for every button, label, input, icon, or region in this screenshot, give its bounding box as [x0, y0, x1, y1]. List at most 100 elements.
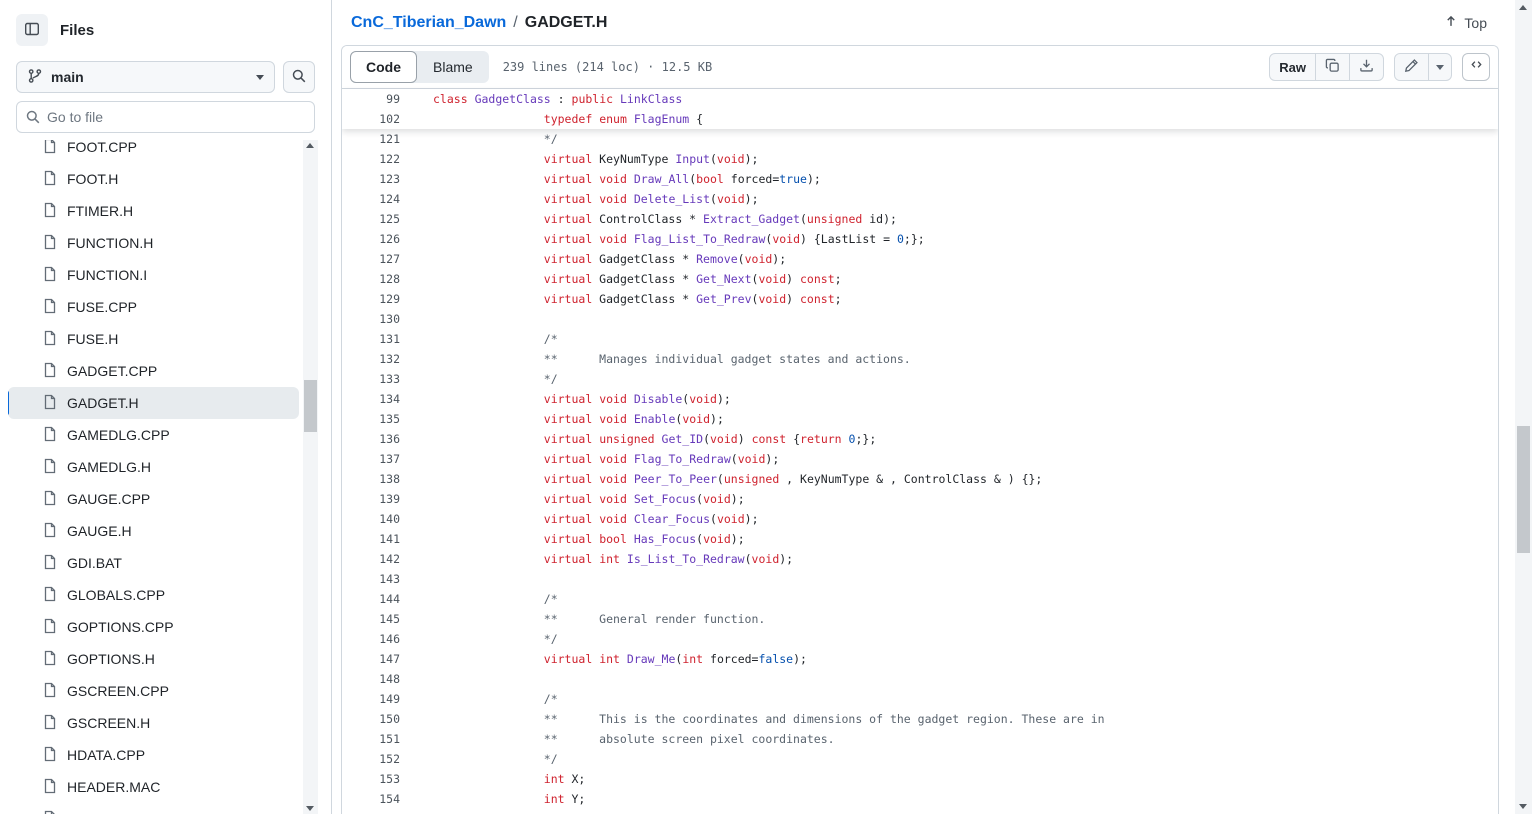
file-tree-item-gamedlg-h[interactable]: GAMEDLG.H [8, 451, 299, 483]
file-icon [42, 490, 58, 509]
line-number[interactable]: 133 [342, 369, 400, 389]
line-number[interactable]: 145 [342, 609, 400, 629]
back-to-top-link[interactable]: Top [1444, 14, 1487, 31]
line-number[interactable]: 141 [342, 529, 400, 549]
raw-button[interactable]: Raw [1270, 54, 1315, 80]
code-line-content: /* [400, 329, 558, 349]
code-line-content: virtual void Flag_To_Redraw(void); [400, 449, 779, 469]
line-number[interactable]: 143 [342, 569, 400, 589]
line-number[interactable]: 127 [342, 249, 400, 269]
sidebar-scrollbar[interactable] [303, 140, 318, 814]
code-line-content: ** This is the coordinates and dimension… [400, 709, 1105, 729]
file-tree-item-gadget-cpp[interactable]: GADGET.CPP [8, 355, 299, 387]
file-tree-item-gauge-cpp[interactable]: GAUGE.CPP [8, 483, 299, 515]
line-number[interactable]: 154 [342, 789, 400, 809]
code-content: 121 */122 virtual KeyNumType Input(void)… [342, 129, 1498, 814]
edit-dropdown-button[interactable] [1428, 54, 1451, 80]
line-number[interactable]: 136 [342, 429, 400, 449]
code-line: 136 virtual unsigned Get_ID(void) const … [342, 429, 1498, 449]
line-number[interactable]: 151 [342, 729, 400, 749]
code-line-content: virtual void Disable(void); [400, 389, 731, 409]
line-number[interactable]: 122 [342, 149, 400, 169]
line-number[interactable]: 132 [342, 349, 400, 369]
scroll-down-arrow-icon[interactable] [306, 806, 314, 811]
code-line: 129 virtual GadgetClass * Get_Prev(void)… [342, 289, 1498, 309]
file-tree-item-gamedlg-cpp[interactable]: GAMEDLG.CPP [8, 419, 299, 451]
line-number[interactable]: 147 [342, 649, 400, 669]
code-line: 145 ** General render function. [342, 609, 1498, 629]
code-line: 123 virtual void Draw_All(bool forced=tr… [342, 169, 1498, 189]
tab-code[interactable]: Code [350, 51, 417, 83]
chevron-down-icon [256, 75, 264, 80]
line-number[interactable]: 124 [342, 189, 400, 209]
file-tree-item-gauge-h[interactable]: GAUGE.H [8, 515, 299, 547]
file-tree-item-gdi-bat[interactable]: GDI.BAT [8, 547, 299, 579]
scroll-up-arrow-icon[interactable] [1519, 5, 1527, 10]
line-number[interactable]: 128 [342, 269, 400, 289]
file-tree-item-gscreen-h[interactable]: GSCREEN.H [8, 707, 299, 739]
line-number[interactable]: 130 [342, 309, 400, 329]
sidebar-scrollbar-thumb[interactable] [304, 380, 317, 432]
line-number[interactable]: 125 [342, 209, 400, 229]
line-number[interactable]: 149 [342, 689, 400, 709]
code-line-content: */ [400, 629, 558, 649]
file-icon [42, 778, 58, 797]
file-tree-item-goptions-cpp[interactable]: GOPTIONS.CPP [8, 611, 299, 643]
line-number[interactable]: 131 [342, 329, 400, 349]
page-scrollbar[interactable] [1515, 0, 1532, 814]
git-branch-icon [27, 68, 43, 87]
file-name: FUSE.H [67, 331, 118, 347]
tree-search-button[interactable] [283, 61, 315, 93]
file-tree-item-ftimer-h[interactable]: FTIMER.H [8, 195, 299, 227]
file-tree-item-hdata-cpp[interactable]: HDATA.CPP [8, 739, 299, 771]
line-number[interactable]: 138 [342, 469, 400, 489]
line-number[interactable]: 144 [342, 589, 400, 609]
line-number[interactable]: 135 [342, 409, 400, 429]
go-to-file-input[interactable] [16, 101, 315, 133]
file-tree-item-gadget-h[interactable]: GADGET.H [8, 387, 299, 419]
branch-label: main [51, 69, 84, 85]
line-number[interactable]: 139 [342, 489, 400, 509]
line-number[interactable]: 126 [342, 229, 400, 249]
file-tree-item-fuse-cpp[interactable]: FUSE.CPP [8, 291, 299, 323]
code-line-content: virtual GadgetClass * Get_Next(void) con… [400, 269, 842, 289]
tab-blame[interactable]: Blame [417, 51, 489, 83]
file-tree-item-goptions-h[interactable]: GOPTIONS.H [8, 643, 299, 675]
file-tree-item-header-mac[interactable]: HEADER.MAC [8, 771, 299, 803]
file-tree-item-foot-h[interactable]: FOOT.H [8, 163, 299, 195]
sidebar-collapse-button[interactable] [16, 14, 48, 46]
file-tree-item-function-i[interactable]: FUNCTION.I [8, 259, 299, 291]
breadcrumb-repo-link[interactable]: CnC_Tiberian_Dawn [351, 14, 506, 32]
file-tree-item-fuse-h[interactable]: FUSE.H [8, 323, 299, 355]
line-number[interactable]: 142 [342, 549, 400, 569]
file-name: FUNCTION.I [67, 267, 147, 283]
line-number[interactable]: 134 [342, 389, 400, 409]
file-tree-item-heap-cpp[interactable]: HEAP.CPP [8, 803, 299, 814]
line-number[interactable]: 146 [342, 629, 400, 649]
line-number[interactable]: 121 [342, 129, 400, 149]
copy-button[interactable] [1315, 54, 1349, 80]
file-tree-item-function-h[interactable]: FUNCTION.H [8, 227, 299, 259]
line-number[interactable]: 140 [342, 509, 400, 529]
line-number[interactable]: 153 [342, 769, 400, 789]
file-tree-item-foot-cpp[interactable]: FOOT.CPP [8, 140, 299, 163]
scroll-down-arrow-icon[interactable] [1519, 804, 1527, 809]
line-number[interactable]: 137 [342, 449, 400, 469]
edit-button[interactable] [1395, 54, 1428, 80]
line-number[interactable]: 152 [342, 749, 400, 769]
scroll-up-arrow-icon[interactable] [306, 143, 314, 148]
file-tree-item-gscreen-cpp[interactable]: GSCREEN.CPP [8, 675, 299, 707]
line-number[interactable]: 150 [342, 709, 400, 729]
line-number[interactable]: 99 [342, 89, 400, 109]
branch-selector[interactable]: main [16, 61, 275, 93]
page-scrollbar-thumb[interactable] [1517, 426, 1530, 553]
line-number[interactable]: 123 [342, 169, 400, 189]
line-number[interactable]: 155 [342, 809, 400, 814]
symbols-button[interactable] [1462, 53, 1490, 81]
download-button[interactable] [1349, 54, 1383, 80]
file-content-panel: Code Blame 239 lines (214 loc) · 12.5 KB… [341, 45, 1499, 814]
line-number[interactable]: 102 [342, 109, 400, 129]
line-number[interactable]: 148 [342, 669, 400, 689]
line-number[interactable]: 129 [342, 289, 400, 309]
file-tree-item-globals-cpp[interactable]: GLOBALS.CPP [8, 579, 299, 611]
